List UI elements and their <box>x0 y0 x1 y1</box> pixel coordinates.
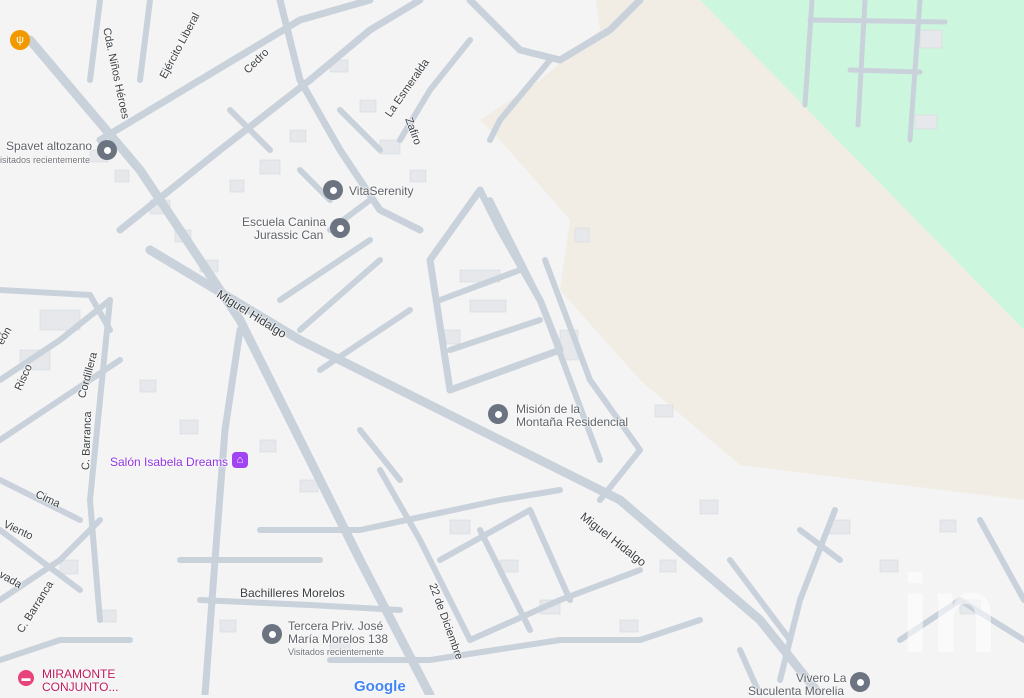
map-canvas[interactable] <box>0 0 1024 695</box>
street-bachilleres-morelos: Bachilleres Morelos <box>240 586 345 600</box>
poi-vivero-name2: Suculenta Morelia <box>748 684 845 698</box>
pin-icon <box>97 140 117 160</box>
restaurant-icon: ψ <box>10 30 30 50</box>
pin-icon <box>323 180 343 200</box>
hotel-icon: ▬ <box>18 670 34 686</box>
event-venue-icon: ⌂ <box>232 452 248 468</box>
pin-icon <box>850 672 870 692</box>
poi-vitaserenity-name: VitaSerenity <box>349 184 414 198</box>
pin-icon <box>330 218 350 238</box>
pin-icon <box>262 624 282 644</box>
watermark: in <box>900 553 998 676</box>
poi-spavet-note: isitados recientemente <box>0 155 91 165</box>
street-c-barranca-1: C. Barranca <box>80 411 95 471</box>
poi-miramonte-name2: CONJUNTO... <box>42 680 119 694</box>
poi-spavet-name: Spavet altozano <box>6 139 93 153</box>
poi-mision-name2: Montaña Residencial <box>516 415 629 429</box>
poi-tercera-note: Visitados recientemente <box>288 647 384 657</box>
google-logo: Google <box>354 678 406 695</box>
google-logo-text: Google <box>354 678 406 695</box>
pin-icon <box>488 404 508 424</box>
poi-escuela-name2: Jurassic Can <box>254 228 324 242</box>
poi-tercera-name2: María Morelos 138 <box>288 632 389 646</box>
poi-salon-name: Salón Isabela Dreams <box>110 455 229 469</box>
